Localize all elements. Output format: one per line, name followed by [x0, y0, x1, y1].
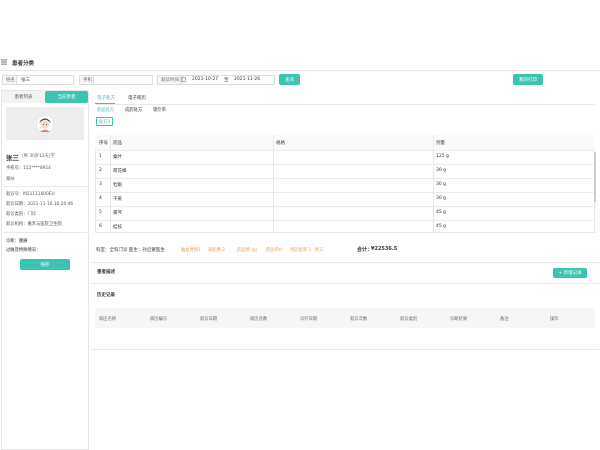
history-col: 就诊次数 — [350, 317, 368, 322]
tab-current-patient[interactable]: 当前患者 — [45, 91, 88, 103]
header-divider — [0, 70, 600, 71]
query-button[interactable]: 查询 — [279, 74, 300, 85]
history-col: 病区名称 — [99, 317, 117, 322]
patient-address: 郑州 — [6, 177, 15, 182]
avatar-icon — [36, 114, 54, 133]
history-col: 病历编号 — [150, 317, 168, 322]
left-panel — [1, 90, 89, 450]
cost-label: 科室：全科门诊 医生：孙启蒙医生 — [96, 248, 165, 253]
total-label: 合计： — [357, 247, 373, 253]
phone-input[interactable] — [93, 75, 153, 85]
patient-phone: 手机号：152****8914 — [6, 166, 51, 171]
diagnosis: 诊断：腰痛 — [6, 239, 28, 244]
visit-date: 就诊日期：2021-11-16 16:20:46 — [6, 202, 74, 207]
page-title: 患者分类 — [12, 61, 35, 67]
recipe-tag[interactable]: 处方1 — [96, 117, 114, 126]
section-title: 患者描述 — [97, 270, 115, 275]
tab-prescription[interactable]: 电子处方 — [97, 95, 115, 101]
table-row[interactable]: 6 桂枝 45 g — [95, 219, 595, 235]
menu-icon[interactable] — [1, 59, 7, 65]
history-col: 操作 — [550, 317, 559, 322]
patient-name: 张三 — [6, 154, 19, 162]
visit-organization: 就诊机构：嘉禾与医院卫生院 — [6, 222, 62, 227]
cost-item: 药品单价 — [266, 248, 284, 253]
cost-item: 用药配率 1 — [290, 248, 312, 253]
tab-patient-list[interactable]: 患者列表 — [2, 91, 45, 103]
avatar — [6, 107, 84, 140]
date-range-box — [180, 75, 275, 85]
table-scrollbar[interactable] — [594, 152, 596, 202]
allergy-history: 过敏及特殊情况： — [6, 248, 41, 253]
subtab-patent-recipe[interactable]: 成药处方 — [125, 107, 142, 113]
history-table-header — [95, 308, 595, 328]
cost-item: 抽血费用1 — [181, 248, 201, 253]
history-col: 诊断结果 — [450, 317, 468, 322]
subtab-drug-recipe[interactable]: 药品处方 — [97, 107, 114, 113]
history-title: 历史记录 — [97, 293, 115, 298]
total-value: ¥22536.5 — [371, 246, 398, 252]
history-col: 就诊类别 — [400, 317, 418, 322]
visit-department: 就诊类别：门诊 — [6, 212, 37, 217]
name-input[interactable]: 张三 — [16, 75, 74, 85]
patient-meta: (男 30岁12天)学 — [22, 154, 55, 159]
history-col: 病历总数 — [250, 317, 268, 322]
save-button[interactable]: 保存 — [20, 259, 70, 270]
cost-item: 调配费 2 — [208, 248, 225, 253]
cost-item: 药品费 (g) — [237, 248, 258, 253]
cost-item: 附方 — [315, 248, 324, 253]
print-button[interactable]: 我的打印 — [513, 74, 543, 85]
tab-medical-record[interactable]: 电子病历 — [128, 95, 146, 101]
subtab-therapy[interactable]: 理疗单 — [153, 107, 166, 113]
history-col: 就诊日期 — [200, 317, 218, 322]
history-col: 诊疗日期 — [300, 317, 318, 322]
new-record-button[interactable]: + 新增记录 — [553, 268, 587, 278]
history-col: 备注 — [500, 317, 509, 322]
visit-number: 就诊号：M21111600EU — [6, 192, 55, 197]
